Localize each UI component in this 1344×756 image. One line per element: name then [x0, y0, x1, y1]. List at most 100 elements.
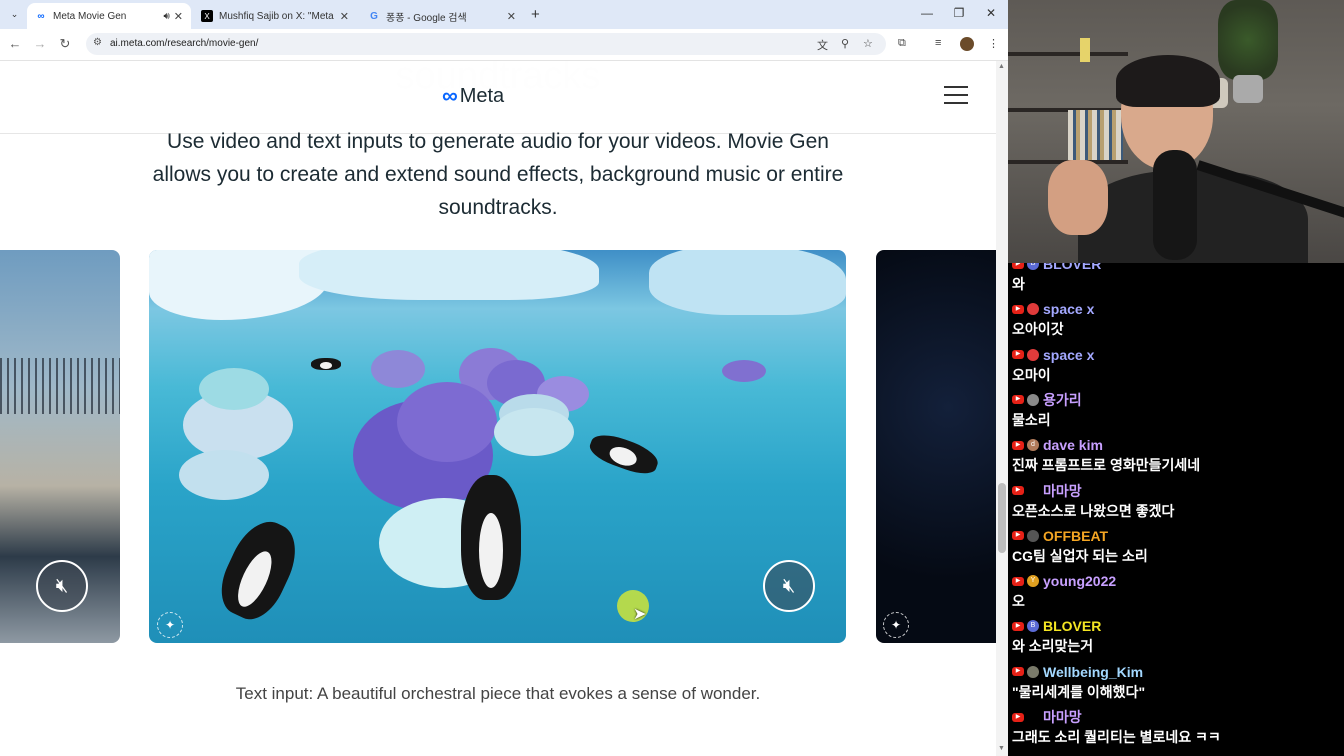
video-caption: Text input: A beautiful orchestral piece…	[235, 684, 761, 703]
chat-message: ▶ 용가리물소리	[1012, 391, 1342, 430]
mute-icon[interactable]: 🔇︎	[763, 560, 815, 612]
web-page: soundtracks ∞ Meta Use video and text in…	[0, 61, 996, 756]
mouse-cursor-icon: ➤	[633, 606, 647, 623]
chat-username: young2022	[1043, 573, 1117, 590]
close-icon[interactable]: ✕	[507, 10, 516, 23]
section-description: Use video and text inputs to generate au…	[152, 130, 844, 219]
chat-username: 용가리	[1043, 391, 1082, 408]
forward-icon[interactable]: →	[32, 36, 48, 51]
avatar: B	[1027, 620, 1039, 633]
scrollbar-thumb[interactable]	[998, 483, 1006, 553]
meta-logo-text: Meta	[459, 84, 505, 107]
close-window-icon[interactable]: ✕	[981, 6, 1001, 20]
tab-search-icon[interactable]: ⌄	[6, 6, 23, 23]
avatar: Y	[1027, 575, 1039, 588]
back-icon[interactable]: ←	[7, 36, 23, 51]
zoom-icon[interactable]: ⚲	[841, 37, 849, 50]
avatar	[1027, 303, 1039, 316]
video-card-main[interactable]: 🔇︎ ✦	[149, 250, 846, 643]
new-tab-button[interactable]: +	[531, 6, 540, 23]
avatar: B	[1027, 263, 1039, 270]
avatar	[1027, 529, 1039, 542]
minimize-icon[interactable]: —	[917, 6, 937, 20]
ai-generated-icon: ✦	[157, 612, 183, 638]
webcam-feed	[1008, 0, 1344, 263]
chat-username: space x	[1043, 346, 1095, 363]
youtube-icon: ▶	[1012, 304, 1024, 314]
page-scrollbar[interactable]: ▲ ▼	[996, 61, 1008, 756]
youtube-icon: ▶	[1012, 350, 1024, 360]
chat-message: ▶ Wellbeing_Kim "물리세계를 이해했다"	[1012, 663, 1342, 702]
avatar	[1027, 711, 1039, 723]
tab-mushfiq-sajib[interactable]: X Mushfiq Sajib on X: "Meta is c ✕	[193, 3, 357, 29]
translate-icon[interactable]: 文	[817, 37, 828, 53]
chat-text: 오픈소스로 나왔으면 좋겠다	[1012, 502, 1175, 519]
ai-generated-icon: ✦	[883, 612, 909, 638]
chat-message: ▶ Yyoung2022 오	[1012, 572, 1342, 611]
restore-icon[interactable]: ❐	[949, 6, 969, 20]
meta-infinity-icon: ∞	[442, 83, 458, 108]
bookmark-star-icon[interactable]: ☆	[863, 37, 873, 50]
tab-title: Meta Movie Gen	[53, 10, 127, 22]
video-card-left[interactable]: 🔇︎	[0, 250, 120, 643]
youtube-icon: ▶	[1012, 440, 1024, 450]
chat-text: 그래도 소리 퀄리티는 별로네요 ㅋㅋ	[1012, 729, 1221, 745]
avatar	[1027, 393, 1039, 406]
speaker-icon[interactable]: 🔊︎	[163, 11, 169, 22]
chat-text: 진짜 프롬프트로 영화만들기세네	[1012, 457, 1201, 474]
chat-message: ▶ space x 오마이	[1012, 346, 1342, 385]
live-chat: ▶ B BLOVER 와 ▶ space x 오아이갓 ▶ space x 오마이 ▶ 용가리 물소리 ▶…	[1008, 263, 1344, 756]
extensions-icon[interactable]: ⧉	[898, 37, 906, 50]
profile-avatar[interactable]	[960, 37, 974, 51]
youtube-icon: ▶	[1012, 263, 1024, 269]
address-bar[interactable]: ⚙ ai.meta.com/research/movie-gen/ 文 ⚲ ☆	[86, 33, 886, 55]
youtube-icon: ▶	[1012, 621, 1024, 631]
close-icon[interactable]: ✕	[340, 10, 349, 23]
meta-logo[interactable]: ∞ Meta	[442, 83, 504, 109]
youtube-icon: ▶	[1012, 486, 1024, 495]
mute-icon[interactable]: 🔇︎	[36, 560, 88, 612]
chat-message: ▶ OFFBEAT CG팀 실업자 되는 소리	[1012, 527, 1342, 566]
chat-username: OFFBEAT	[1043, 527, 1109, 544]
chat-text: 오마이	[1012, 366, 1051, 383]
chat-username: BLOVER	[1043, 263, 1102, 272]
avatar	[1027, 665, 1039, 678]
media-control-icon[interactable]: ≡	[935, 37, 941, 49]
tab-title: 퐁퐁 - Google 검색	[386, 12, 467, 24]
hamburger-menu-icon[interactable]	[944, 86, 968, 106]
youtube-icon: ▶	[1012, 576, 1024, 586]
chat-text: CG팀 실업자 되는 소리	[1012, 547, 1148, 564]
tab-title: Mushfiq Sajib on X: "Meta is c	[219, 10, 336, 22]
site-info-icon[interactable]: ⚙	[93, 37, 102, 48]
close-icon[interactable]: ✕	[174, 10, 183, 23]
youtube-icon: ▶	[1012, 395, 1024, 405]
chat-text: 오	[1012, 593, 1025, 610]
chat-username: BLOVER	[1043, 618, 1102, 635]
google-icon: G	[370, 10, 378, 22]
tab-google-search[interactable]: G 퐁퐁 - Google 검색 ✕	[360, 3, 524, 29]
scroll-up-icon[interactable]: ▲	[998, 63, 1005, 70]
chat-message: ▶ B BLOVER 와 소리맞는거	[1012, 617, 1342, 656]
chat-text: 와	[1012, 276, 1025, 292]
chat-message: ▶ d dave kim 진짜 프롬프트로 영화만들기세네	[1012, 436, 1342, 475]
chat-username: 마마망	[1043, 709, 1082, 725]
site-header: ∞ Meta	[0, 61, 996, 134]
youtube-icon: ▶	[1012, 667, 1024, 677]
chat-username: 마마망	[1043, 482, 1082, 499]
video-card-right[interactable]: ✦	[876, 250, 996, 643]
avatar	[1027, 484, 1039, 497]
chat-message: ▶ 마마망그래도 소리 퀄리티는 별로네요 ㅋㅋ	[1012, 708, 1342, 747]
chat-message: ▶ B BLOVER 와	[1012, 263, 1342, 294]
avatar	[1027, 348, 1039, 361]
chat-message: ▶ space x 오아이갓	[1012, 300, 1342, 339]
more-menu-icon[interactable]: ⋮	[988, 37, 999, 50]
meta-icon: ∞	[37, 10, 45, 22]
scroll-down-icon[interactable]: ▼	[998, 745, 1005, 752]
reload-icon[interactable]: ↻	[57, 36, 73, 52]
chat-username: Wellbeing_Kim	[1043, 663, 1144, 680]
tab-meta-movie-gen[interactable]: ∞ Meta Movie Gen 🔊︎ ✕	[27, 3, 191, 29]
avatar: d	[1027, 439, 1039, 452]
youtube-icon: ▶	[1012, 712, 1024, 722]
chat-text: 물소리	[1012, 411, 1051, 428]
tab-strip: ⌄ ∞ Meta Movie Gen 🔊︎ ✕ X Mushfiq Sajib …	[0, 0, 1008, 29]
